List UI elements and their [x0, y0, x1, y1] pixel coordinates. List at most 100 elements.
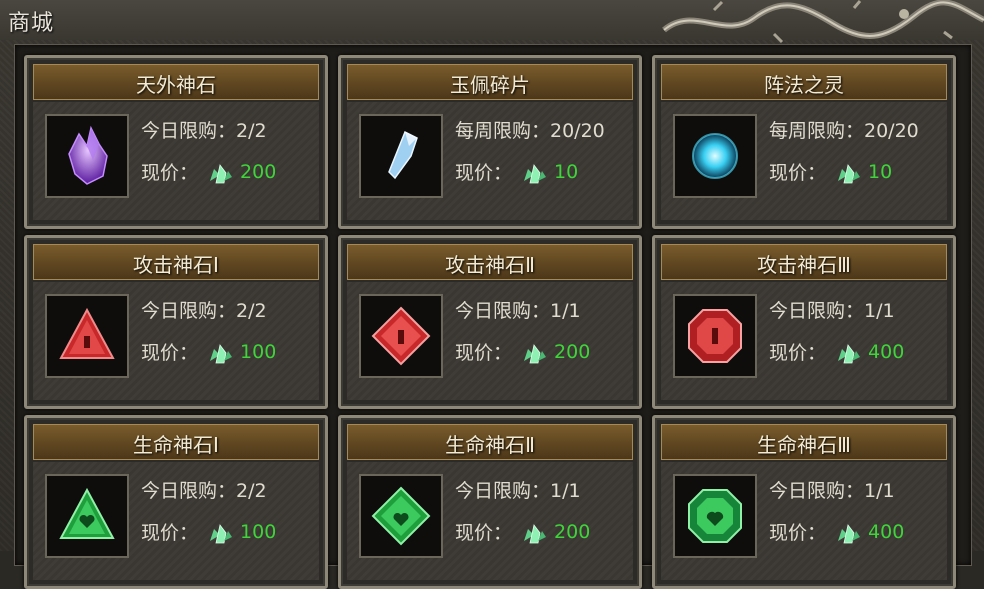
- price-value: 100: [240, 340, 277, 363]
- item-name: 生命神石Ⅲ: [757, 433, 851, 457]
- item-body: 今日限购：1/1 现价： 400: [661, 282, 947, 400]
- jade-currency-icon: [524, 523, 547, 543]
- jade-currency-icon: [838, 523, 861, 543]
- item-slot[interactable]: [45, 114, 129, 198]
- purchase-limit: 今日限购：1/1: [455, 480, 581, 502]
- price-label: 现价：: [455, 522, 513, 544]
- item-body: 今日限购：1/1 现价： 400: [661, 462, 947, 580]
- item-name-banner: 生命神石Ⅰ: [33, 424, 319, 460]
- item-name: 攻击神石Ⅰ: [133, 253, 219, 277]
- purchase-limit: 今日限购：1/1: [455, 300, 581, 322]
- price-label: 现价：: [769, 522, 827, 544]
- green-octagon-gem-icon: [688, 489, 742, 543]
- price-label: 现价：: [769, 342, 827, 364]
- item-slot[interactable]: [673, 474, 757, 558]
- item-slot[interactable]: [359, 474, 443, 558]
- item-name: 天外神石: [136, 73, 216, 97]
- item-slot[interactable]: [673, 114, 757, 198]
- item-slot[interactable]: [359, 114, 443, 198]
- jade-currency-icon: [838, 163, 861, 183]
- item-name-banner: 生命神石Ⅱ: [347, 424, 633, 460]
- window-title: 商城: [8, 11, 55, 36]
- red-octagon-gem-icon: [688, 309, 742, 363]
- price-value: 200: [554, 520, 591, 543]
- price-label: 现价：: [769, 162, 827, 184]
- item-slot[interactable]: [673, 294, 757, 378]
- title-bar: 商城: [0, 0, 984, 44]
- price-row: 现价： 200: [455, 338, 591, 365]
- item-body: 今日限购：2/2 现价： 100: [33, 462, 319, 580]
- price-row: 现价： 200: [455, 518, 591, 545]
- purchase-limit: 今日限购：1/1: [769, 300, 895, 322]
- purple-crystal-icon: [68, 125, 108, 185]
- green-triangle-gem-icon: [59, 487, 115, 539]
- price-label: 现价：: [141, 522, 199, 544]
- purchase-limit: 今日限购：2/2: [141, 120, 267, 142]
- item-name-banner: 阵法之灵: [661, 64, 947, 100]
- jade-currency-icon: [838, 343, 861, 363]
- item-name: 阵法之灵: [764, 73, 844, 97]
- blue-shard-icon: [388, 130, 418, 180]
- price-row: 现价： 400: [769, 338, 905, 365]
- jade-currency-icon: [210, 343, 233, 363]
- item-name-banner: 攻击神石Ⅲ: [661, 244, 947, 280]
- purchase-limit: 每周限购：20/20: [769, 120, 919, 142]
- item-name: 攻击神石Ⅱ: [445, 253, 535, 277]
- purchase-limit: 今日限购：2/2: [141, 480, 267, 502]
- item-name-banner: 玉佩碎片: [347, 64, 633, 100]
- shop-item-card[interactable]: 阵法之灵每周限购：20/20 现价： 10: [652, 55, 956, 229]
- item-name: 生命神石Ⅱ: [445, 433, 535, 457]
- red-diamond-gem-icon: [371, 306, 431, 366]
- item-body: 今日限购：2/2 现价： 200: [33, 102, 319, 220]
- item-name-banner: 生命神石Ⅲ: [661, 424, 947, 460]
- item-body: 今日限购：1/1 现价： 200: [347, 282, 633, 400]
- item-body: 今日限购：2/2 现价： 100: [33, 282, 319, 400]
- red-triangle-gem-icon: [59, 307, 115, 359]
- item-name-banner: 攻击神石Ⅱ: [347, 244, 633, 280]
- price-value: 400: [868, 340, 905, 363]
- dragon-ornament-icon: [662, 0, 984, 44]
- price-value: 10: [554, 160, 579, 183]
- purchase-limit: 每周限购：20/20: [455, 120, 605, 142]
- shop-item-card[interactable]: 攻击神石Ⅱ 今日限购：1/1 现价： 200: [338, 235, 642, 409]
- shop-item-card[interactable]: 生命神石Ⅱ 今日限购：1/1 现价： 200: [338, 415, 642, 589]
- price-value: 200: [554, 340, 591, 363]
- item-body: 今日限购：1/1 现价： 200: [347, 462, 633, 580]
- item-name: 玉佩碎片: [450, 73, 530, 97]
- shop-item-card[interactable]: 生命神石Ⅲ 今日限购：1/1 现价： 400: [652, 415, 956, 589]
- item-slot[interactable]: [45, 474, 129, 558]
- cyan-orb-icon: [692, 133, 738, 179]
- item-name-banner: 天外神石: [33, 64, 319, 100]
- price-value: 100: [240, 520, 277, 543]
- item-name-banner: 攻击神石Ⅰ: [33, 244, 319, 280]
- item-slot[interactable]: [359, 294, 443, 378]
- shop-item-card[interactable]: 天外神石今日限购：2/2 现价： 200: [24, 55, 328, 229]
- price-row: 现价： 10: [769, 158, 893, 185]
- price-value: 200: [240, 160, 277, 183]
- green-diamond-gem-icon: [371, 486, 431, 546]
- shop-window: 商城 天外神石今日限购：2/2 现价： 200 玉佩碎片每周限购：20/20 现价： 10…: [0, 0, 984, 589]
- price-value: 400: [868, 520, 905, 543]
- shop-item-card[interactable]: 攻击神石Ⅲ 今日限购：1/1 现价： 400: [652, 235, 956, 409]
- jade-currency-icon: [524, 163, 547, 183]
- price-row: 现价： 400: [769, 518, 905, 545]
- price-label: 现价：: [141, 342, 199, 364]
- item-body: 每周限购：20/20 现价： 10: [661, 102, 947, 220]
- price-label: 现价：: [141, 162, 199, 184]
- item-name: 攻击神石Ⅲ: [757, 253, 851, 277]
- shop-item-card[interactable]: 生命神石Ⅰ 今日限购：2/2 现价： 100: [24, 415, 328, 589]
- item-slot[interactable]: [45, 294, 129, 378]
- purchase-limit: 今日限购：1/1: [769, 480, 895, 502]
- price-row: 现价： 10: [455, 158, 579, 185]
- price-row: 现价： 200: [141, 158, 277, 185]
- item-name: 生命神石Ⅰ: [133, 433, 219, 457]
- price-label: 现价：: [455, 162, 513, 184]
- item-body: 每周限购：20/20 现价： 10: [347, 102, 633, 220]
- price-value: 10: [868, 160, 893, 183]
- price-row: 现价： 100: [141, 338, 277, 365]
- jade-currency-icon: [524, 343, 547, 363]
- price-label: 现价：: [455, 342, 513, 364]
- shop-item-card[interactable]: 攻击神石Ⅰ 今日限购：2/2 现价： 100: [24, 235, 328, 409]
- price-row: 现价： 100: [141, 518, 277, 545]
- shop-item-card[interactable]: 玉佩碎片每周限购：20/20 现价： 10: [338, 55, 642, 229]
